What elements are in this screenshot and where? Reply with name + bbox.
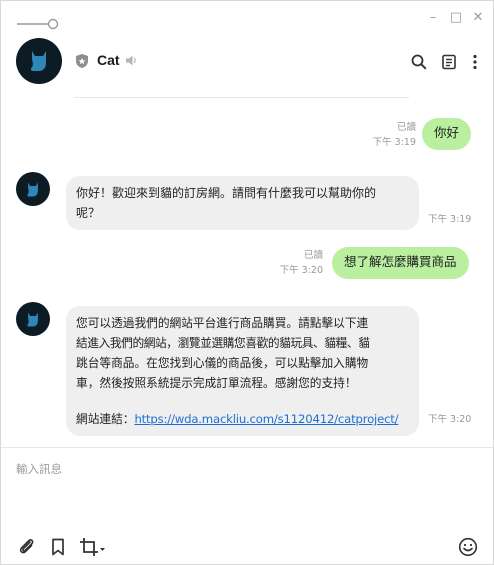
read-receipt: 已讀: [396, 122, 416, 133]
maximize-icon[interactable]: □: [448, 10, 464, 26]
message-line: 您可以透過我們的網站平台進行商品購買。請點擊以下連: [76, 316, 369, 330]
message-time: 下午 3:19: [372, 137, 416, 148]
outgoing-message[interactable]: 想了解怎麼購買商品: [332, 247, 469, 279]
incoming-message[interactable]: 您可以透過我們的網站平台進行商品購買。請點擊以下連 結進入我們的網站，瀏覽並選購…: [66, 306, 419, 436]
link-label: 網站連結：: [76, 412, 135, 426]
cat-icon: [27, 182, 38, 196]
message-line: 網站連結：https://wda.mackliu.com/s1120412/ca…: [76, 409, 409, 429]
message-line: 你好！歡迎來到貓的訂房網。請問有什麼我可以幫助你的: [76, 186, 377, 200]
incoming-message[interactable]: 你好！歡迎來到貓的訂房網。請問有什麼我可以幫助你的 呢？: [66, 176, 419, 230]
message-line: 跳台等商品。在您找到心儀的商品後，可以點擊加入購物: [76, 356, 369, 370]
chat-window: – □ ✕ Cat 已讀 下午 3:19 你好 你好！歡迎來到貓的訂房網。請問有…: [0, 0, 494, 565]
search-icon[interactable]: [411, 54, 427, 70]
minimize-icon[interactable]: –: [425, 10, 441, 26]
chat-avatar[interactable]: [16, 38, 62, 84]
contact-avatar[interactable]: [16, 172, 50, 206]
read-receipt: 已讀: [303, 250, 323, 261]
message-time: 下午 3:19: [428, 214, 472, 225]
pin-slider-icon[interactable]: [17, 18, 59, 30]
message-time: 下午 3:20: [428, 414, 472, 425]
message-line: 車，然後按照系統提示完成訂單流程。感謝您的支持！: [76, 376, 357, 390]
more-vertical-icon[interactable]: [467, 54, 483, 70]
message-line: 呢？: [76, 206, 101, 220]
header-divider: [74, 97, 409, 98]
contact-avatar[interactable]: [16, 302, 50, 336]
composer-divider: [1, 447, 493, 448]
message-time: 下午 3:20: [279, 265, 323, 276]
notes-icon[interactable]: [441, 54, 457, 70]
cat-icon: [30, 51, 46, 71]
paperclip-icon[interactable]: [17, 537, 37, 557]
bookmark-icon[interactable]: [48, 537, 68, 557]
speaker-muted-icon: [126, 55, 136, 66]
cat-icon: [27, 312, 38, 326]
shield-icon: [76, 54, 88, 68]
emoji-icon[interactable]: [458, 537, 478, 557]
chat-title[interactable]: Cat: [97, 52, 120, 68]
outgoing-message[interactable]: 你好: [422, 118, 472, 150]
close-icon[interactable]: ✕: [470, 10, 486, 26]
message-line: 結進入我們的網站，瀏覽並選購您喜歡的貓玩具、貓糧、貓: [76, 336, 370, 350]
message-input[interactable]: [16, 461, 476, 521]
website-link[interactable]: https://wda.mackliu.com/s1120412/catproj…: [134, 412, 398, 426]
crop-icon[interactable]: [79, 537, 107, 557]
